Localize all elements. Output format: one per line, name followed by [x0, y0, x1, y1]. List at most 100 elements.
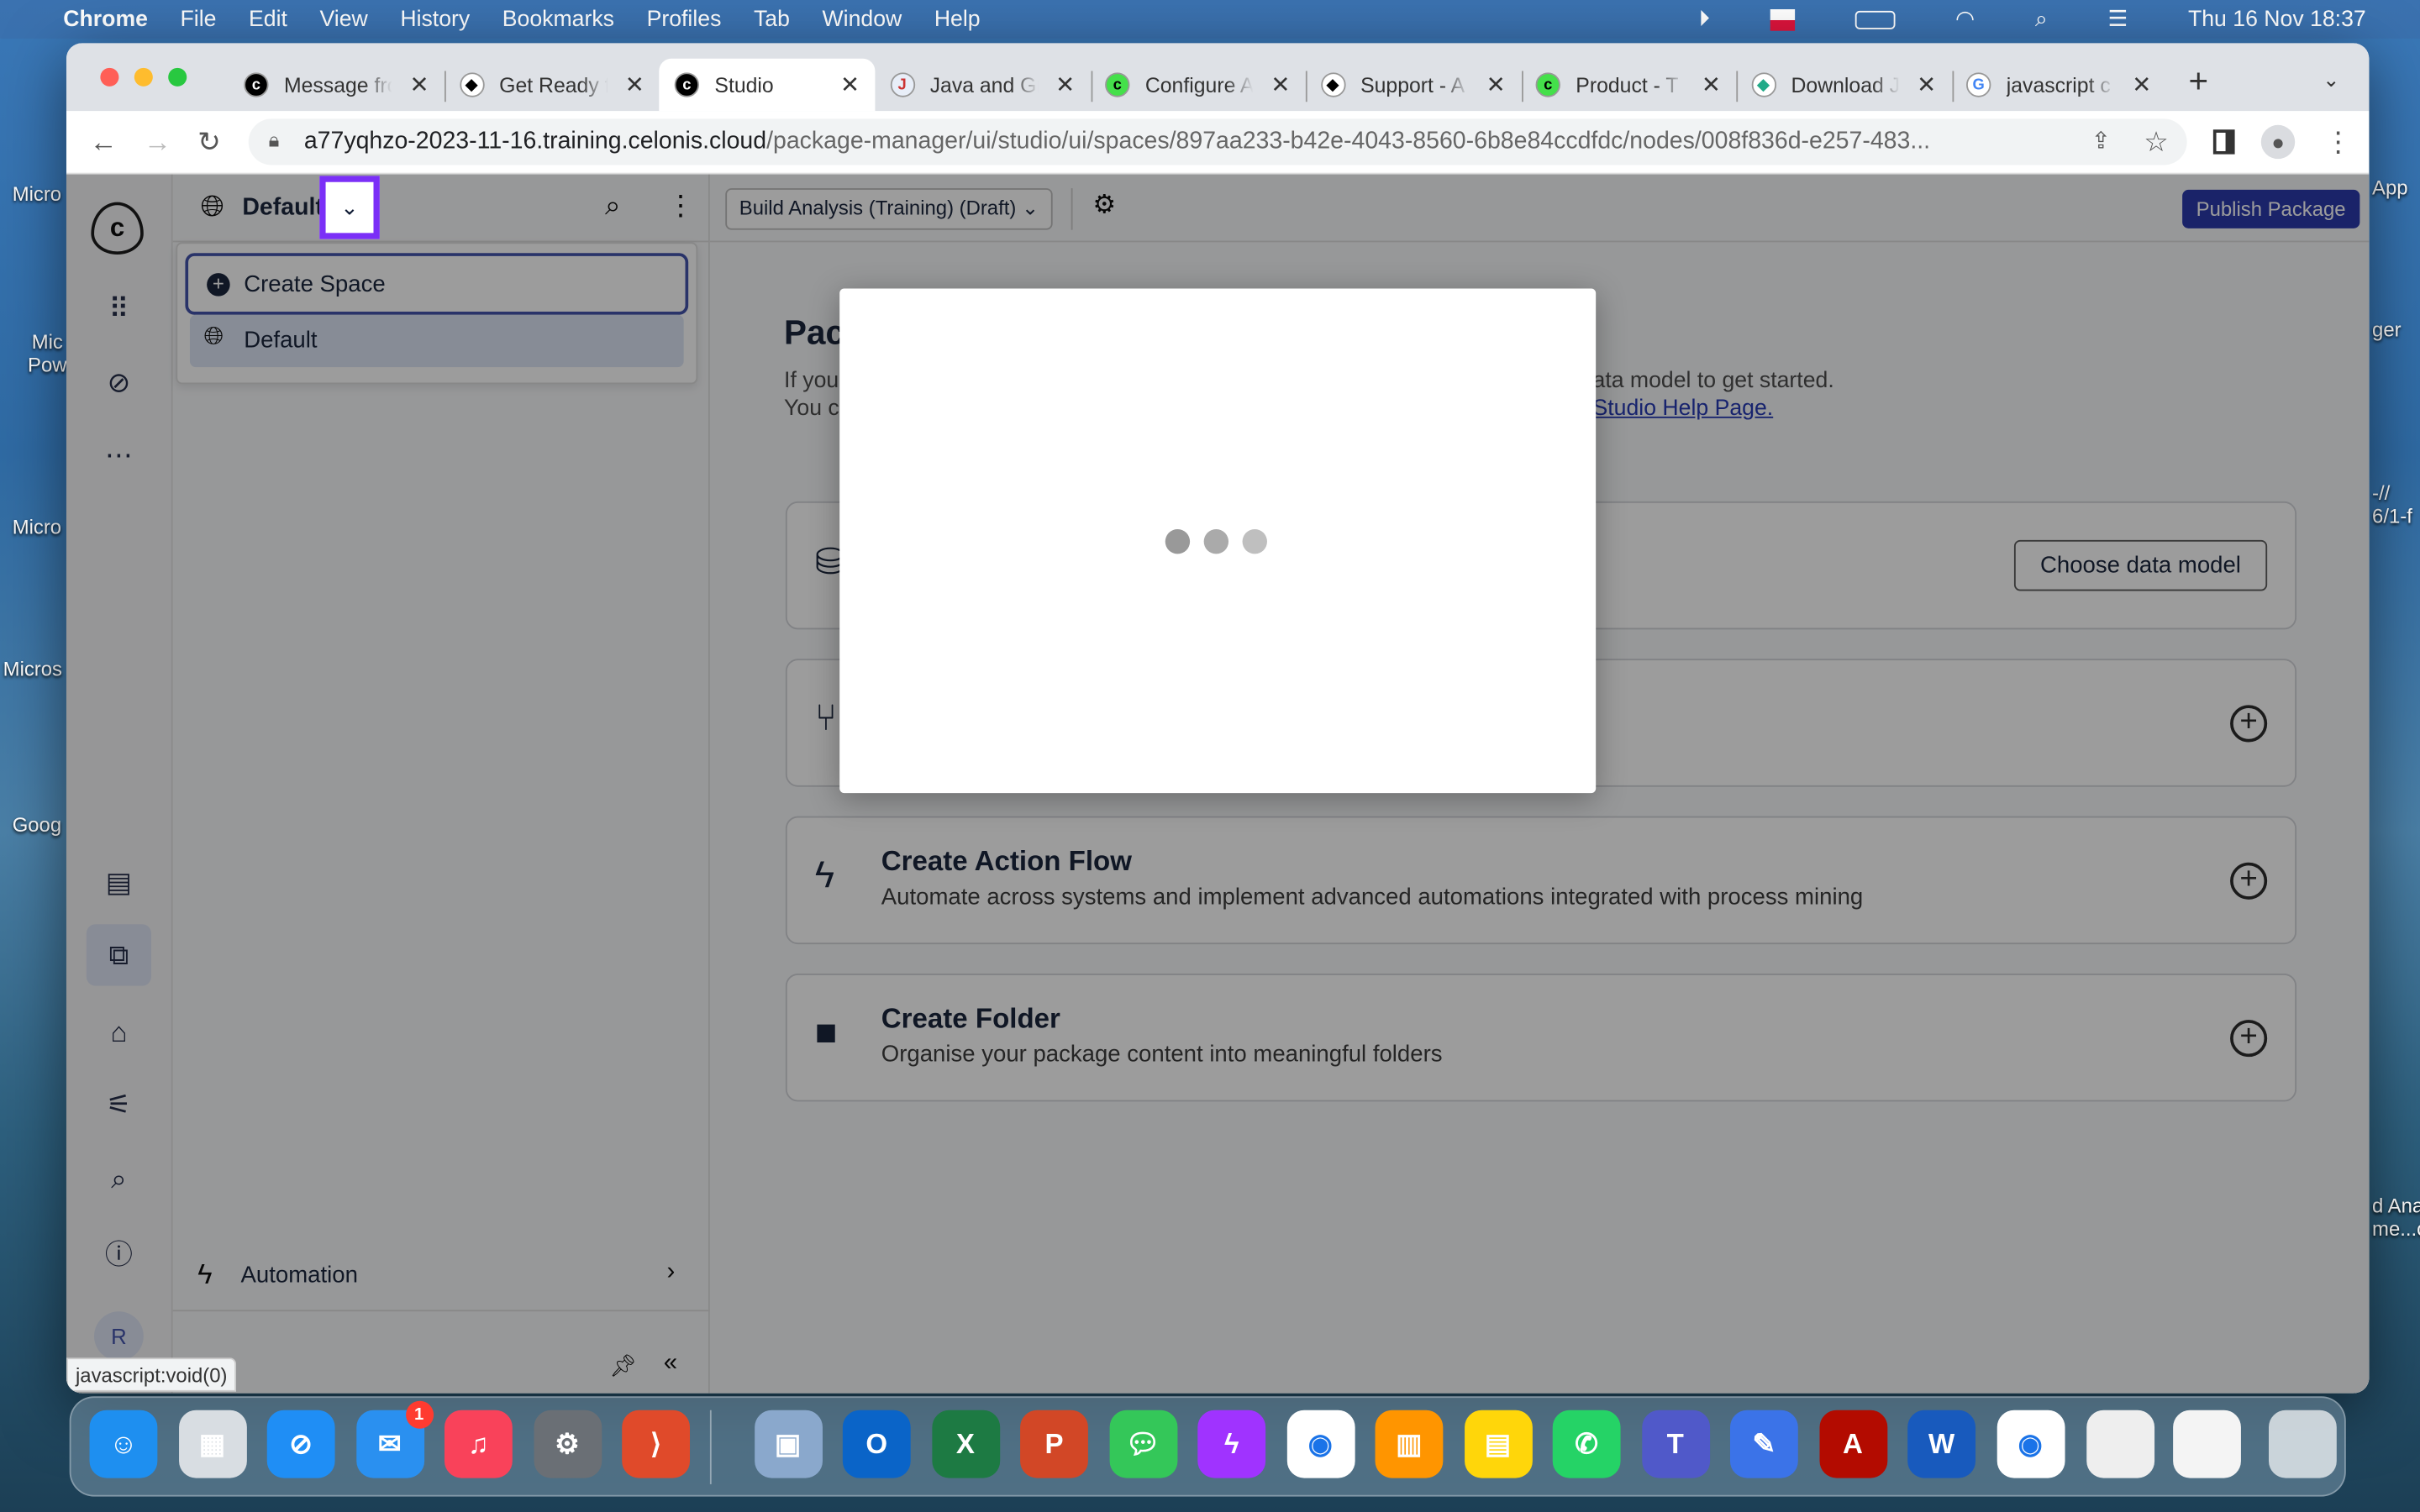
- menu-profiles[interactable]: Profiles: [647, 7, 722, 31]
- status-bubble: javascript:void(0): [66, 1357, 237, 1392]
- desktop-label[interactable]: Goog: [13, 813, 61, 837]
- tab-studio[interactable]: c Studio ✕: [659, 58, 876, 112]
- google-favicon-icon: G: [1965, 72, 1991, 97]
- desktop-label[interactable]: Micros: [3, 657, 62, 680]
- menu-file[interactable]: File: [181, 7, 217, 31]
- tab-label: Support - A: [1360, 73, 1465, 97]
- dock-system-settings-icon[interactable]: ⚙: [533, 1410, 602, 1478]
- close-tab-icon[interactable]: ✕: [840, 71, 860, 98]
- dock-chrome-icon[interactable]: ◉: [1286, 1410, 1355, 1478]
- tab-get-ready-for[interactable]: ◆ Get Ready for ✕: [444, 59, 660, 111]
- dock-music-icon[interactable]: ♫: [444, 1410, 513, 1478]
- play-icon[interactable]: ⏵: [1699, 7, 1710, 31]
- tab-label: Java and Gra: [929, 73, 1039, 97]
- url-input[interactable]: 🔒︎ a77yqhzo-2023-11-16.training.celonis.…: [248, 118, 2187, 165]
- desktop-label[interactable]: ger: [2372, 318, 2402, 341]
- celonis-favicon-icon: c: [244, 72, 269, 97]
- back-button[interactable]: ←: [90, 127, 118, 160]
- dock-recent-document-icon[interactable]: [2173, 1410, 2241, 1478]
- menu-help[interactable]: Help: [934, 7, 981, 31]
- loading-dot: [1203, 528, 1229, 554]
- desktop-label[interactable]: App: [2372, 176, 2408, 199]
- profile-icon[interactable]: ●: [2260, 124, 2296, 160]
- menu-edit[interactable]: Edit: [249, 7, 287, 31]
- close-tab-icon[interactable]: ✕: [1055, 71, 1075, 98]
- dock-word-icon[interactable]: W: [1907, 1410, 1976, 1478]
- menu-history[interactable]: History: [400, 7, 470, 31]
- dock-finder-icon[interactable]: ☺: [89, 1410, 158, 1478]
- tab-label: Product - T: [1576, 73, 1679, 97]
- maximize-window-button[interactable]: [168, 67, 187, 87]
- chrome-menu-icon[interactable]: ⋮: [2324, 127, 2352, 160]
- desktop-label[interactable]: Micro: [13, 515, 61, 538]
- new-tab-button[interactable]: +: [2188, 61, 2208, 102]
- dock-messenger-icon[interactable]: ϟ: [1197, 1410, 1266, 1478]
- desktop-label[interactable]: Mic Pow: [28, 330, 66, 376]
- loading-dot: [1165, 528, 1191, 554]
- wifi-icon[interactable]: ◠: [1955, 7, 1975, 31]
- tab-message-from[interactable]: c Message from ✕: [229, 59, 445, 111]
- tab-product-t[interactable]: c Product - T ✕: [1520, 59, 1736, 111]
- dock-chrome-icon[interactable]: ◉: [1996, 1410, 2065, 1478]
- close-tab-icon[interactable]: ✕: [1917, 71, 1936, 98]
- close-tab-icon[interactable]: ✕: [1702, 71, 1721, 98]
- dock-excel-icon[interactable]: X: [931, 1410, 1000, 1478]
- dock-trash-icon[interactable]: [2268, 1410, 2337, 1478]
- reload-button[interactable]: ↻: [197, 127, 221, 160]
- dock-outlook-icon[interactable]: O: [842, 1410, 911, 1478]
- tab-label: Studio: [714, 73, 774, 97]
- clock[interactable]: Thu 16 Nov 18:37: [2188, 7, 2366, 31]
- forward-button[interactable]: →: [144, 127, 171, 160]
- share-icon[interactable]: ⇪: [2091, 127, 2111, 154]
- desktop-label[interactable]: d Ana me...c: [2372, 1194, 2420, 1241]
- desktop: Chrome File Edit View History Bookmarks …: [0, 0, 2420, 1512]
- celonis-studio: c ⠿ ⊘ ⋯ ▤ ⧉ ⌂ ⚟ ⌕ ⓘ R 🌐︎ Default ⌕ ⋮ + C…: [66, 174, 2370, 1394]
- dock-recent-document-icon[interactable]: [2086, 1410, 2155, 1478]
- dock-teams-icon[interactable]: T: [1641, 1410, 1710, 1478]
- control-center-icon[interactable]: ☰: [2107, 7, 2128, 31]
- tab-label: Configure A: [1144, 73, 1254, 97]
- dock-launchpad-icon[interactable]: ▦: [178, 1410, 246, 1478]
- dock-pencil-icon[interactable]: ✎: [1729, 1410, 1798, 1478]
- tab-configure-a[interactable]: c Configure A ✕: [1090, 59, 1306, 111]
- close-tab-icon[interactable]: ✕: [1486, 71, 1506, 98]
- tab-support-a[interactable]: ◆ Support - A ✕: [1305, 59, 1521, 111]
- chrome-window: c Message from ✕ ◆ Get Ready for ✕ c Studio ✕ J Ja…: [66, 43, 2370, 1394]
- dock-anydesk-icon[interactable]: ⟩: [622, 1410, 691, 1478]
- dock-books-icon[interactable]: ▥: [1375, 1410, 1444, 1478]
- tab-download-j[interactable]: ◆ Download J ✕: [1735, 59, 1951, 111]
- celonis-favicon-icon: c: [674, 72, 700, 97]
- minimize-window-button[interactable]: [134, 67, 153, 87]
- menu-tab[interactable]: Tab: [754, 7, 790, 31]
- dock-whatsapp-icon[interactable]: ✆: [1552, 1410, 1621, 1478]
- dock-preview-icon[interactable]: ▣: [754, 1410, 823, 1478]
- close-tab-icon[interactable]: ✕: [2132, 71, 2151, 98]
- space-dropdown-chevron-button[interactable]: ⌄: [319, 176, 380, 239]
- desktop-label[interactable]: Micro: [13, 182, 61, 206]
- menu-app[interactable]: Chrome: [63, 7, 148, 31]
- close-tab-icon[interactable]: ✕: [410, 71, 429, 98]
- dock-powerpoint-icon[interactable]: P: [1020, 1410, 1088, 1478]
- tab-javascript-c[interactable]: Gjavascript c ✕: [1951, 59, 2167, 111]
- dock-acrobat-icon[interactable]: A: [1818, 1410, 1887, 1478]
- dock-messages-icon[interactable]: 💬︎: [1108, 1410, 1177, 1478]
- flag-icon[interactable]: [1770, 8, 1796, 30]
- download-favicon-icon: ◆: [1750, 72, 1776, 97]
- tab-label: Get Ready for: [499, 73, 608, 97]
- battery-icon[interactable]: [1854, 9, 1896, 29]
- bookmark-star-icon[interactable]: ☆: [2144, 127, 2169, 160]
- spotlight-icon[interactable]: ⌕: [2035, 7, 2048, 31]
- menu-window[interactable]: Window: [823, 7, 902, 31]
- dock-notes-icon[interactable]: ▤: [1464, 1410, 1532, 1478]
- desktop-label[interactable]: -// 6/1-f: [2372, 481, 2412, 528]
- close-tab-icon[interactable]: ✕: [625, 71, 644, 98]
- tab-java-and-gra[interactable]: J Java and Gra ✕: [875, 59, 1091, 111]
- tab-search-chevron-icon[interactable]: ⌄: [2323, 68, 2339, 92]
- dock-mail-icon[interactable]: ✉ 1: [355, 1400, 434, 1478]
- menu-bookmarks[interactable]: Bookmarks: [502, 7, 614, 31]
- close-tab-icon[interactable]: ✕: [1270, 71, 1290, 98]
- dock-safari-icon[interactable]: ⊘: [266, 1410, 335, 1478]
- close-window-button[interactable]: [100, 67, 119, 87]
- side-panel-icon[interactable]: [2212, 129, 2235, 155]
- menu-view[interactable]: View: [320, 7, 368, 31]
